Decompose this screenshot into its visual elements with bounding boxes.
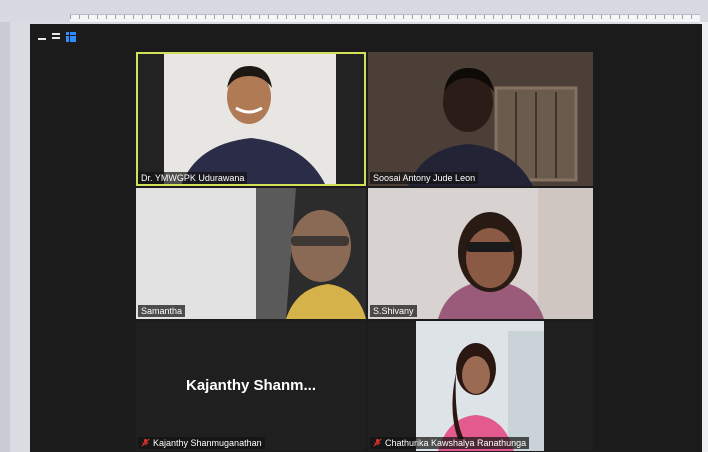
participant-name-label: S.Shivany <box>370 305 417 317</box>
muted-microphone-icon <box>141 438 150 447</box>
participant-tile[interactable]: S.Shivany <box>368 188 593 319</box>
participant-name-label: Dr. YMWGPK Udurawana <box>138 172 248 184</box>
video-feed-3 <box>136 188 366 319</box>
participant-name-text: Kajanthy Shanmuganathan <box>153 438 262 448</box>
participant-name-label: Soosai Antony Jude Leon <box>370 172 479 184</box>
participant-tile[interactable]: Samantha <box>136 188 366 319</box>
view-controls <box>38 32 76 42</box>
participant-tile[interactable]: Kajanthy Shanm... Kajanthy Shanmuganatha… <box>136 321 366 451</box>
ruler <box>70 14 700 22</box>
muted-microphone-icon <box>373 438 382 447</box>
video-feed-6 <box>416 321 544 451</box>
video-feed-1 <box>136 52 366 186</box>
participant-tile[interactable]: Soosai Antony Jude Leon <box>368 52 593 186</box>
participant-tile[interactable]: Dr. YMWGPK Udurawana <box>136 52 366 186</box>
speaker-view-icon[interactable] <box>52 33 60 41</box>
participant-name-label: Samantha <box>138 305 186 317</box>
participant-name-label: Chathurika Kawshalya Ranathunga <box>370 437 530 449</box>
participant-tile[interactable]: Chathurika Kawshalya Ranathunga <box>368 321 593 451</box>
participant-display-name: Kajanthy Shanm... <box>185 377 317 394</box>
background-window-edge <box>0 22 10 452</box>
document-ruler-area <box>0 0 708 22</box>
gallery-view-icon[interactable] <box>66 32 76 42</box>
participant-name-text: Chathurika Kawshalya Ranathunga <box>385 438 527 448</box>
video-feed-4 <box>368 188 593 319</box>
participant-name-label: Kajanthy Shanmuganathan <box>138 437 265 449</box>
video-feed-2 <box>368 52 593 186</box>
zoom-meeting-window: Dr. YMWGPK Udurawana Soosai Antony Jude … <box>30 24 702 452</box>
minimize-icon[interactable] <box>38 37 46 40</box>
